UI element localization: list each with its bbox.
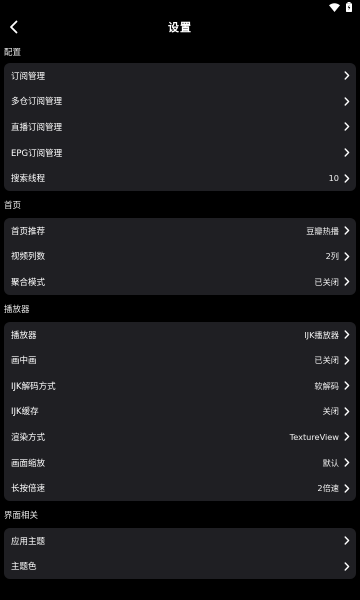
settings-row-trailing xyxy=(339,122,350,132)
settings-row-label: 多仓订阅管理 xyxy=(11,97,63,108)
settings-list: 配置订阅管理多仓订阅管理 直播订阅管理 EPG订阅管理 搜索线程 10 首页首页推荐 豆瓣热… xyxy=(0,41,360,580)
settings-row[interactable]: 播放器 IJK播放器 xyxy=(4,322,356,348)
wifi-icon xyxy=(329,2,340,12)
settings-row-trailing: 已关闭 xyxy=(314,276,350,288)
settings-card: 首页推荐 豆瓣热播视频列数 2列聚合模式 已关闭 xyxy=(4,217,356,295)
settings-row[interactable]: 首页推荐 豆瓣热播 xyxy=(4,218,356,244)
settings-card: 播放器 IJK播放器画中画 已关闭 IJK解码方式 软解码 IJK缓存 关闭渲染方式 Text… xyxy=(4,321,356,501)
settings-row-label: 主题色 xyxy=(11,562,37,573)
settings-row-label: 长按倍速 xyxy=(11,484,46,495)
settings-row-trailing: 默认 xyxy=(323,457,350,469)
settings-row[interactable]: 长按倍速 2倍速 xyxy=(4,475,356,501)
settings-row-value: 已关闭 xyxy=(314,355,339,366)
settings-card: 订阅管理多仓订阅管理 直播订阅管理 EPG订阅管理 搜索线程 10 xyxy=(4,63,356,191)
settings-row-label: EPG订阅管理 xyxy=(11,148,63,159)
back-arrow-icon xyxy=(9,20,17,34)
settings-row-trailing: 软解码 xyxy=(314,380,350,392)
settings-row-label: 订阅管理 xyxy=(11,71,46,82)
chevron-right-icon xyxy=(344,355,350,365)
settings-row[interactable]: 主题色 xyxy=(4,554,356,580)
settings-row[interactable]: IJK解码方式 软解码 xyxy=(4,373,356,399)
settings-card: 应用主题 主题色 xyxy=(4,527,356,580)
settings-row-value: IJK播放器 xyxy=(304,329,339,340)
settings-row-value: 已关闭 xyxy=(314,276,339,287)
chevron-right-icon xyxy=(344,536,350,545)
settings-row-trailing xyxy=(339,148,350,157)
chevron-right-icon xyxy=(344,71,350,80)
chevron-right-icon xyxy=(344,226,350,235)
chevron-right-icon xyxy=(344,432,350,442)
battery-icon xyxy=(346,2,352,12)
settings-row-label: 渲染方式 xyxy=(11,432,46,443)
chevron-right-icon xyxy=(344,148,350,157)
settings-row-label: IJK缓存 xyxy=(11,407,39,418)
settings-row-value: TextureView xyxy=(289,431,339,442)
app-header: 设置 xyxy=(0,14,360,40)
settings-row-label: 画中画 xyxy=(11,356,37,367)
settings-row-trailing: 已关闭 xyxy=(314,354,350,366)
chevron-right-icon xyxy=(344,97,350,106)
settings-row-trailing: TextureView xyxy=(290,432,350,442)
settings-row-value: 关闭 xyxy=(322,406,339,417)
settings-row-trailing: 2倍速 xyxy=(317,482,350,494)
settings-row-value: 默认 xyxy=(322,457,339,468)
settings-row[interactable]: 搜索线程 10 xyxy=(4,165,356,191)
chevron-right-icon xyxy=(344,458,350,467)
settings-row[interactable]: 多仓订阅管理 xyxy=(4,89,356,115)
chevron-right-icon xyxy=(344,330,350,339)
settings-row-value: 2列 xyxy=(325,251,339,262)
section-title: 界面相关 xyxy=(4,510,39,521)
settings-row-label: 直播订阅管理 xyxy=(11,122,63,133)
settings-row-trailing: 关闭 xyxy=(323,405,350,417)
settings-row-label: IJK解码方式 xyxy=(11,381,56,392)
settings-row[interactable]: 画中画 已关闭 xyxy=(4,347,356,373)
settings-row[interactable]: 聚合模式 已关闭 xyxy=(4,269,356,295)
settings-row-trailing: 10 xyxy=(329,173,350,183)
settings-row-label: 播放器 xyxy=(11,330,37,341)
settings-row-label: 聚合模式 xyxy=(11,277,46,288)
settings-row[interactable]: 渲染方式 TextureView xyxy=(4,424,356,450)
settings-row-label: 首页推荐 xyxy=(11,226,46,237)
settings-row-trailing xyxy=(339,71,350,80)
settings-row-trailing xyxy=(339,536,350,545)
settings-row-value: 10 xyxy=(328,173,339,184)
chevron-right-icon xyxy=(344,483,350,493)
settings-row-label: 视频列数 xyxy=(11,252,46,263)
chevron-right-icon xyxy=(344,277,350,287)
chevron-right-icon xyxy=(344,562,350,571)
settings-row[interactable]: IJK缓存 关闭 xyxy=(4,399,356,425)
settings-row[interactable]: 视频列数 2列 xyxy=(4,244,356,270)
settings-row[interactable]: EPG订阅管理 xyxy=(4,140,356,166)
settings-row-trailing: IJK播放器 xyxy=(304,329,350,341)
back-button[interactable] xyxy=(2,14,24,40)
section-title: 配置 xyxy=(4,48,22,58)
section-title: 首页 xyxy=(4,200,22,211)
settings-row-value: 软解码 xyxy=(314,380,339,391)
chevron-right-icon xyxy=(344,252,350,261)
settings-row-label: 应用主题 xyxy=(11,536,46,547)
chevron-right-icon xyxy=(344,122,350,132)
settings-row-value: 2倍速 xyxy=(317,483,339,494)
chevron-right-icon xyxy=(344,407,350,416)
settings-row-trailing: 2列 xyxy=(326,250,350,262)
settings-row-label: 搜索线程 xyxy=(11,174,46,185)
settings-row-label: 画面缩放 xyxy=(11,458,46,469)
settings-row-trailing xyxy=(339,562,350,571)
settings-row[interactable]: 应用主题 xyxy=(4,528,356,554)
settings-row-trailing xyxy=(339,97,350,106)
status-bar xyxy=(0,0,360,14)
chevron-right-icon xyxy=(344,173,350,183)
chevron-right-icon xyxy=(344,381,350,390)
settings-row[interactable]: 画面缩放 默认 xyxy=(4,450,356,476)
settings-row[interactable]: 直播订阅管理 xyxy=(4,114,356,140)
page-title: 设置 xyxy=(168,21,192,34)
settings-row[interactable]: 订阅管理 xyxy=(4,63,356,89)
settings-row-value: 豆瓣热播 xyxy=(306,225,339,236)
section-title: 播放器 xyxy=(4,304,30,315)
settings-row-trailing: 豆瓣热播 xyxy=(306,225,350,237)
